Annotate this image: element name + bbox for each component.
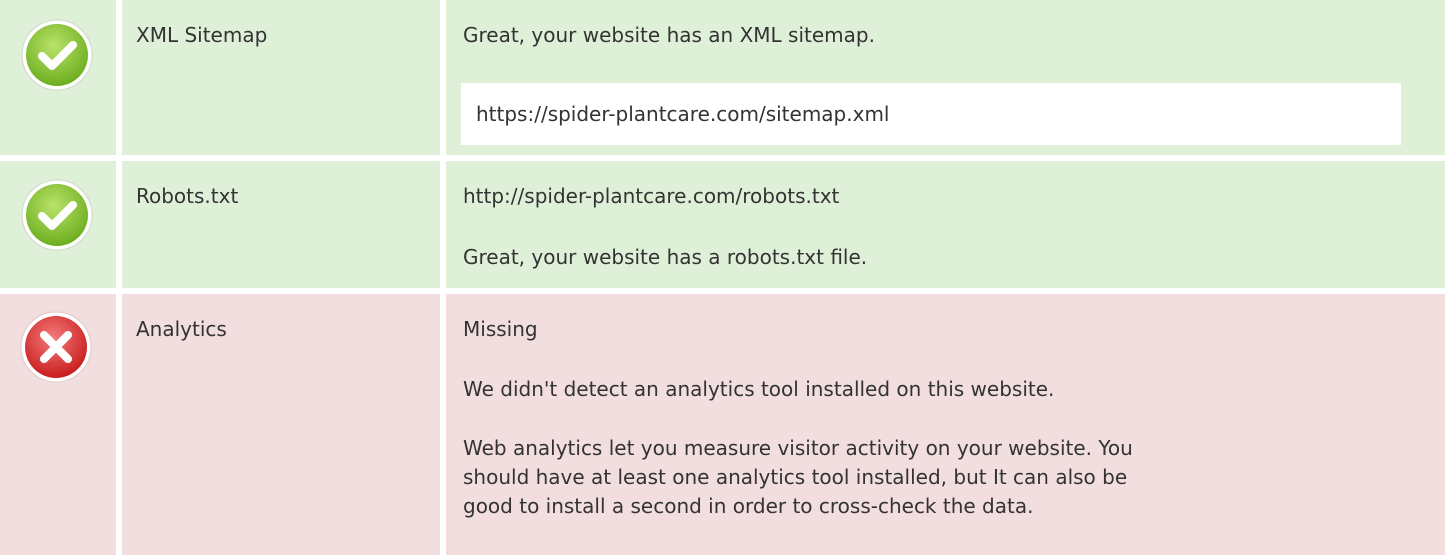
check-result-cell: http://spider-plantcare.com/robots.txt G… bbox=[446, 161, 1445, 288]
check-result-cell: Great, your website has an XML sitemap. … bbox=[446, 0, 1445, 155]
sitemap-url-box: https://spider-plantcare.com/sitemap.xml bbox=[461, 83, 1401, 145]
check-row-robots-txt: Robots.txt http://spider-plantcare.com/r… bbox=[0, 161, 1445, 288]
result-message: Great, your website has a robots.txt fil… bbox=[463, 245, 868, 269]
check-row-xml-sitemap: XML Sitemap Great, your website has an X… bbox=[0, 0, 1445, 155]
status-icon-cell bbox=[0, 294, 116, 555]
check-name: XML Sitemap bbox=[136, 23, 268, 47]
check-name: Robots.txt bbox=[136, 184, 239, 208]
status-icon-cell bbox=[0, 0, 116, 155]
description-line: should have at least one analytics tool … bbox=[463, 465, 1128, 489]
description-line: good to install a second in order to cro… bbox=[463, 494, 1034, 518]
result-message: We didn't detect an analytics tool insta… bbox=[463, 377, 1055, 401]
check-row-analytics: Analytics Missing We didn't detect an an… bbox=[0, 294, 1445, 555]
sitemap-url[interactable]: https://spider-plantcare.com/sitemap.xml bbox=[476, 101, 890, 127]
check-result-cell: Missing We didn't detect an analytics to… bbox=[446, 294, 1445, 555]
status-icon-cell bbox=[0, 161, 116, 288]
check-name-cell: XML Sitemap bbox=[122, 0, 440, 155]
robots-url[interactable]: http://spider-plantcare.com/robots.txt bbox=[463, 183, 839, 209]
check-name-cell: Analytics bbox=[122, 294, 440, 555]
x-circle-icon bbox=[20, 311, 92, 383]
description-line: Web analytics let you measure visitor ac… bbox=[463, 436, 1133, 460]
check-circle-icon bbox=[21, 19, 93, 91]
result-message: Great, your website has an XML sitemap. bbox=[463, 23, 875, 47]
check-name: Analytics bbox=[136, 317, 227, 341]
result-value: Missing bbox=[463, 317, 538, 341]
check-circle-icon bbox=[21, 179, 93, 251]
check-name-cell: Robots.txt bbox=[122, 161, 440, 288]
